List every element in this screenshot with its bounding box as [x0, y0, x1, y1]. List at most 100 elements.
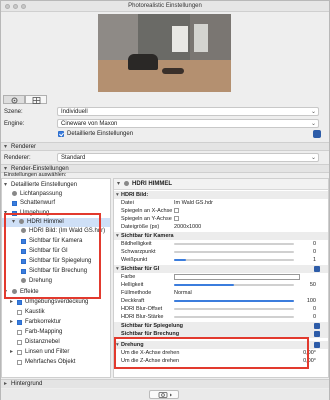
color-correction-checkbox[interactable]	[17, 320, 22, 325]
mirror-x-checkbox[interactable]	[174, 208, 179, 213]
tree-item-effects[interactable]: ▾ Effekte	[2, 288, 110, 297]
white-point-slider-fill	[174, 259, 186, 261]
visible-camera-section[interactable]: ▾ Sichtbar für Kamera	[114, 232, 328, 240]
tree-item-rotation[interactable]: Drehung	[2, 277, 110, 286]
multi-object-checkbox[interactable]	[17, 360, 22, 365]
white-point-slider[interactable]	[174, 259, 294, 261]
blur-strength-row: HDRI Blur-Stärke 0	[114, 313, 328, 321]
rotate-z-value[interactable]: 0,00°	[303, 357, 316, 365]
tree-item-label: Kaustik	[25, 309, 45, 315]
tree-item-multi-object[interactable]: Mehrfaches Objekt	[2, 358, 110, 367]
preview-floor	[98, 60, 231, 92]
opacity-value[interactable]: 100	[307, 297, 316, 305]
blur-strength-value[interactable]: 0	[313, 313, 316, 321]
color-label: Farbe	[121, 274, 136, 280]
tree-item-hdri-image[interactable]: HDRI Bild: (Im Wald GS.hdr)	[2, 227, 110, 236]
tree-item-shadow[interactable]: Schattenwurf	[2, 199, 110, 208]
visible-gi-checkbox[interactable]	[21, 249, 26, 254]
mirror-y-checkbox[interactable]	[174, 216, 179, 221]
opacity-label: Deckkraft	[121, 298, 145, 304]
blur-offset-value[interactable]: 0	[313, 305, 316, 313]
bookmark-icon[interactable]	[314, 323, 320, 329]
tree-item-light-adjustment[interactable]: Lichtanpassung	[2, 190, 110, 199]
caustics-checkbox[interactable]	[17, 310, 22, 315]
hdri-image-section[interactable]: ▾ HDRI Bild:	[114, 191, 328, 199]
lens-filter-checkbox[interactable]	[17, 350, 22, 355]
blur-offset-row: HDRI Blur-Offset 0	[114, 305, 328, 313]
panel-title: HDRI HIMMEL	[132, 181, 172, 187]
tree-item-lens-filter[interactable]: ▸ Linsen und Filter	[2, 348, 110, 357]
layout-tab[interactable]	[25, 95, 47, 104]
background-section-header[interactable]: ▸ Hintergrund	[1, 379, 329, 388]
chevron-down-icon: ▾	[116, 266, 119, 272]
tree-item-detailed-settings[interactable]: ▾ Detaillierte Einstellungen	[2, 181, 110, 190]
brightness-value[interactable]: 50	[310, 281, 316, 289]
tree-item-label: Sichtbar für Brechung	[29, 268, 88, 274]
image-brightness-label: Bildhelligkeit	[121, 241, 152, 247]
renderer-section-header[interactable]: ▾ Renderer	[1, 142, 329, 151]
tree-item-hdri-sky[interactable]: ▾ HDRI Himmel	[2, 218, 110, 227]
engine-select-value: Cineware von Maxon	[61, 121, 118, 127]
chevron-down-icon: ▾	[4, 144, 8, 150]
rotate-x-row: Um die X-Achse drehen 0,00°	[114, 349, 328, 357]
footer-bar	[1, 389, 329, 400]
file-label: Datei	[121, 200, 134, 206]
visible-gi-section[interactable]: ▾ Sichtbar für GI	[114, 265, 328, 273]
ambient-occlusion-checkbox[interactable]	[17, 300, 22, 305]
color-mapping-checkbox[interactable]	[17, 330, 22, 335]
section-label: Sichtbar für Spiegelung	[121, 323, 184, 329]
bookmark-icon[interactable]	[314, 266, 320, 272]
image-icon	[21, 228, 26, 233]
render-preview-button[interactable]	[149, 390, 179, 399]
rotation-section[interactable]: ▾ Drehung	[114, 341, 328, 349]
chevron-down-icon: ▾	[117, 181, 121, 187]
rotate-x-value[interactable]: 0,00°	[303, 349, 316, 357]
blur-offset-slider[interactable]	[174, 308, 294, 310]
settings-tab-bar	[1, 94, 329, 105]
black-point-slider[interactable]	[174, 251, 294, 253]
tree-item-visible-camera[interactable]: Sichtbar für Kamera	[2, 237, 110, 246]
mirror-y-label: Spiegeln an Y-Achse	[121, 216, 172, 222]
visible-refraction-checkbox[interactable]	[21, 269, 26, 274]
bookmark-icon[interactable]	[314, 342, 320, 348]
file-value[interactable]: Im Wald GS.hdr	[174, 199, 213, 207]
color-swatch[interactable]	[174, 274, 300, 280]
info-icon[interactable]	[313, 130, 321, 138]
distance-fog-checkbox[interactable]	[17, 340, 22, 345]
grid-icon	[32, 97, 41, 104]
mirror-y-row: Spiegeln an Y-Achse	[114, 215, 328, 223]
tree-item-visible-gi[interactable]: Sichtbar für GI	[2, 247, 110, 256]
renderer-label: Renderer:	[4, 155, 31, 161]
tree-item-environment[interactable]: ▾ Umgebung	[2, 209, 110, 218]
white-point-value[interactable]: 1	[313, 256, 316, 264]
environment-checkbox[interactable]	[12, 211, 17, 216]
tree-item-label: Sichtbar für Kamera	[29, 238, 83, 244]
engine-select[interactable]: Cineware von Maxon ⌄	[57, 119, 319, 128]
tree-item-ambient-occlusion[interactable]: ▸ Umgebungsverdeckung	[2, 298, 110, 307]
black-point-value[interactable]: 0	[313, 248, 316, 256]
chevron-down-icon: ▾	[4, 289, 8, 295]
chevron-down-icon: ▾	[116, 233, 119, 239]
bookmark-icon[interactable]	[314, 331, 320, 337]
blend-mode-select[interactable]: Normal	[174, 289, 192, 297]
visible-camera-checkbox[interactable]	[21, 239, 26, 244]
image-brightness-slider[interactable]	[174, 243, 294, 245]
tree-item-color-mapping[interactable]: Farb-Mapping	[2, 328, 110, 337]
blur-strength-slider[interactable]	[174, 316, 294, 318]
tree-item-caustics[interactable]: Kaustik	[2, 308, 110, 317]
visible-refraction-section[interactable]: Sichtbar für Brechung	[114, 330, 328, 338]
shadow-checkbox[interactable]	[12, 201, 17, 206]
tree-item-distance-fog[interactable]: Distanznebel	[2, 338, 110, 347]
settings-tab[interactable]	[3, 95, 25, 104]
visible-reflection-checkbox[interactable]	[21, 259, 26, 264]
tree-item-color-correction[interactable]: ▸ Farbkorrektur	[2, 318, 110, 327]
settings-tree: ▾ Detaillierte Einstellungen Lichtanpass…	[1, 178, 111, 378]
tree-item-visible-reflection[interactable]: Sichtbar für Spiegelung	[2, 257, 110, 266]
detailed-settings-checkbox[interactable]	[58, 131, 64, 137]
visible-reflection-section[interactable]: Sichtbar für Spiegelung	[114, 322, 328, 330]
white-point-label: Weißpunkt	[121, 257, 148, 263]
image-brightness-value[interactable]: 0	[313, 240, 316, 248]
renderer-select[interactable]: Standard ⌄	[57, 153, 319, 162]
scene-select[interactable]: Individuell ⌄	[57, 107, 319, 116]
tree-item-visible-refraction[interactable]: Sichtbar für Brechung	[2, 267, 110, 276]
